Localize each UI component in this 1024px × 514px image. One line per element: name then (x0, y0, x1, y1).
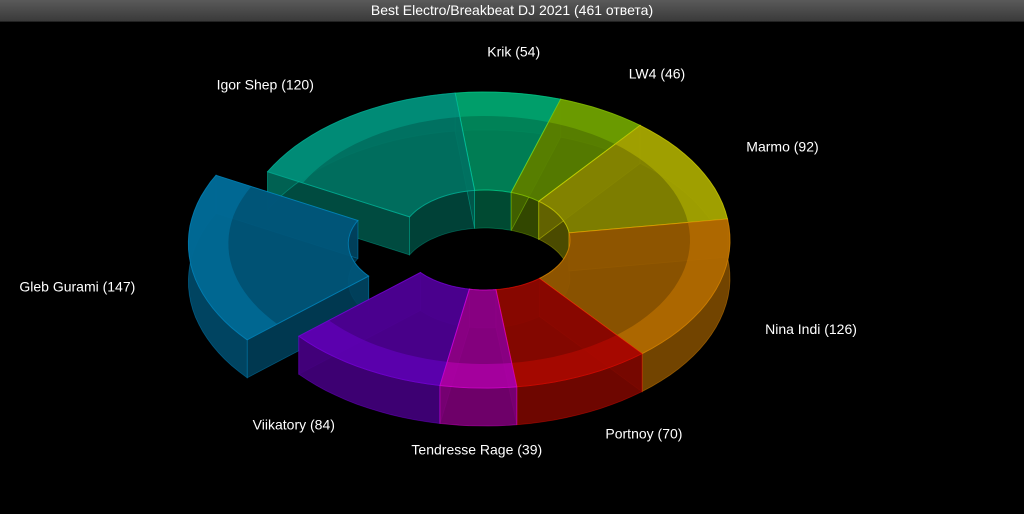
title-bar: Best Electro/Breakbeat DJ 2021 (461 отве… (0, 0, 1024, 22)
slice-label-tendresse-rage: Tendresse Rage (39) (411, 441, 542, 457)
slice-label-viikatory: Viikatory (84) (253, 416, 335, 432)
slice-label-nina-indi: Nina Indi (126) (765, 321, 857, 337)
slice-label-marmo: Marmo (92) (746, 138, 818, 154)
slice-label-lw4: LW4 (46) (629, 66, 686, 82)
slice-label-igor-shep: Igor Shep (120) (217, 76, 314, 92)
slice-highlight-tendresse-rage (440, 361, 517, 388)
slice-label-portnoy: Portnoy (70) (605, 426, 682, 442)
slice-label-krik: Krik (54) (487, 44, 540, 60)
pie-chart: Krik (54) LW4 (46) Marmo (92) Nina Indi (12… (19, 44, 857, 458)
slice-outer-wall-tendresse-rage (439, 385, 518, 427)
slice-label-gleb-gurami: Gleb Gurami (147) (19, 279, 135, 295)
slice-inner-wall-krik (474, 189, 512, 231)
chart-title: Best Electro/Breakbeat DJ 2021 (461 отве… (370, 2, 654, 18)
